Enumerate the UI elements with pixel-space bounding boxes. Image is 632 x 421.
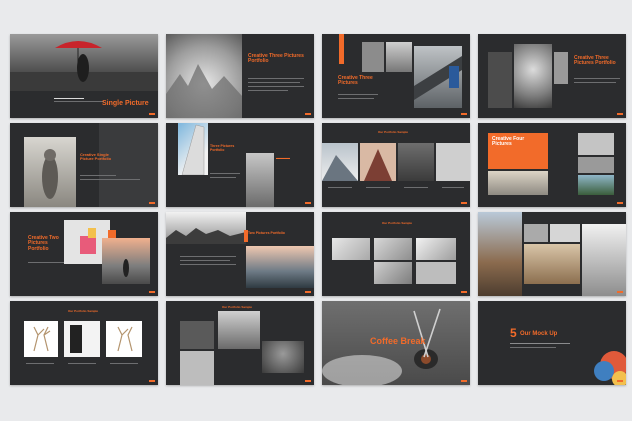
slide-14[interactable]: Our Portfolio Sample — [166, 301, 314, 385]
umbrella-figure-illustration — [10, 41, 158, 91]
slide-title: Coffee Break — [370, 336, 426, 346]
portrait-photo — [180, 351, 214, 385]
portrait-photo — [262, 341, 304, 373]
architecture-photo — [374, 262, 412, 284]
mountain-photo — [478, 212, 522, 296]
tower-photo — [246, 153, 274, 207]
photo-small — [362, 42, 384, 72]
page-marker — [149, 113, 155, 115]
fog-photo — [436, 143, 470, 181]
page-marker — [149, 380, 155, 382]
slide-11[interactable]: Our Portfolio Sample — [322, 212, 470, 296]
photo-small — [578, 157, 614, 173]
slide-4[interactable]: Creative Three Pictures Portfolio — [478, 34, 626, 118]
peaks-photo — [398, 143, 434, 181]
page-marker — [617, 380, 623, 382]
slide-2[interactable]: Creative Three Pictures Portfolio — [166, 34, 314, 118]
architecture-photo — [374, 238, 412, 260]
rocks-photo — [166, 212, 246, 244]
slide-title: Our Portfolio Sample — [382, 221, 413, 225]
misty-forest-photo — [166, 34, 242, 118]
hot-air-balloon-illustration — [594, 351, 626, 385]
pyramid-photo — [360, 143, 396, 181]
slide-title: Our Mock Up — [520, 331, 558, 337]
photo-small — [524, 224, 548, 242]
bridge-photo — [414, 46, 462, 108]
slide-5[interactable]: Creative Single Picture Portfolio — [10, 123, 158, 207]
architecture-photo — [332, 238, 370, 260]
slide-title: Creative Two Pictures Portfolio — [28, 235, 59, 252]
desert-photo — [524, 244, 580, 284]
architecture-photo — [416, 262, 456, 284]
photo-small — [554, 52, 568, 84]
slide-10[interactable]: Two Pictures Portfolio — [166, 212, 314, 296]
slide-16[interactable]: 5 Our Mock Up — [478, 301, 626, 385]
section-number: 5 — [510, 326, 517, 340]
astronaut-photo — [514, 44, 552, 108]
page-marker — [461, 291, 467, 293]
slide-title: Single Picture — [102, 100, 149, 107]
slide-thumbnail-grid: ▬▬▬▬▬▬▬▬▬▬ Single Picture Creative Three… — [10, 34, 626, 385]
figure-photo — [64, 321, 100, 357]
tree-photo — [578, 133, 614, 155]
slide-title: Our Portfolio Sample — [378, 130, 409, 134]
photo-small — [180, 321, 214, 349]
page-marker — [149, 291, 155, 293]
umbrella-photo — [10, 34, 158, 91]
portrait-photo — [218, 311, 260, 349]
runner-photo — [102, 238, 150, 284]
slide-8[interactable]: Creative Four Pictures — [478, 123, 626, 207]
slide-12[interactable] — [478, 212, 626, 296]
antlers-photo — [24, 321, 58, 357]
road-photo — [578, 175, 614, 195]
page-marker — [305, 380, 311, 382]
page-marker — [617, 202, 623, 204]
slide-title: Creative Three Pictures — [338, 75, 373, 87]
page-marker — [461, 380, 467, 382]
slide-title: Creative Four Pictures — [492, 136, 525, 148]
page-marker — [305, 202, 311, 204]
slide-1[interactable]: ▬▬▬▬▬▬▬▬▬▬ Single Picture — [10, 34, 158, 118]
slide-13[interactable]: Our Portfolio Sample — [10, 301, 158, 385]
page-marker — [461, 202, 467, 204]
slide-3[interactable]: Creative Three Pictures — [322, 34, 470, 118]
slide-title: Creative Single Picture Portfolio — [80, 152, 112, 162]
antlers-photo — [106, 321, 142, 357]
page-marker — [617, 113, 623, 115]
slide-title: Creative Three Pictures Portfolio — [248, 53, 304, 65]
slide-title: Our Portfolio Sample — [222, 305, 253, 309]
slide-title: Creative Three Pictures Portfolio — [574, 55, 616, 67]
slide-title: Three Pictures Portfolio — [210, 144, 235, 152]
slide-9[interactable]: Creative Two Pictures Portfolio — [10, 212, 158, 296]
lake-photo — [488, 171, 548, 195]
cliff-photo — [582, 224, 626, 296]
wheat-field-photo — [24, 137, 76, 207]
slide-title: Two Pictures Portfolio — [248, 231, 285, 235]
page-marker — [149, 202, 155, 204]
photo-small — [488, 52, 512, 108]
sunset-lake-photo — [246, 246, 314, 288]
slide-7[interactable]: Our Portfolio Sample — [322, 123, 470, 207]
mountain-photo — [322, 143, 358, 181]
slide-15[interactable]: Coffee Break — [322, 301, 470, 385]
page-marker — [305, 291, 311, 293]
page-marker — [461, 113, 467, 115]
slide-6[interactable]: Three Pictures Portfolio ▬▬▬▬ — [166, 123, 314, 207]
page-marker — [305, 113, 311, 115]
photo-small — [386, 42, 412, 72]
building-photo — [178, 123, 208, 175]
photo-small — [550, 224, 580, 242]
slide-title: Our Portfolio Sample — [68, 309, 99, 313]
architecture-photo — [416, 238, 456, 260]
page-marker — [617, 291, 623, 293]
